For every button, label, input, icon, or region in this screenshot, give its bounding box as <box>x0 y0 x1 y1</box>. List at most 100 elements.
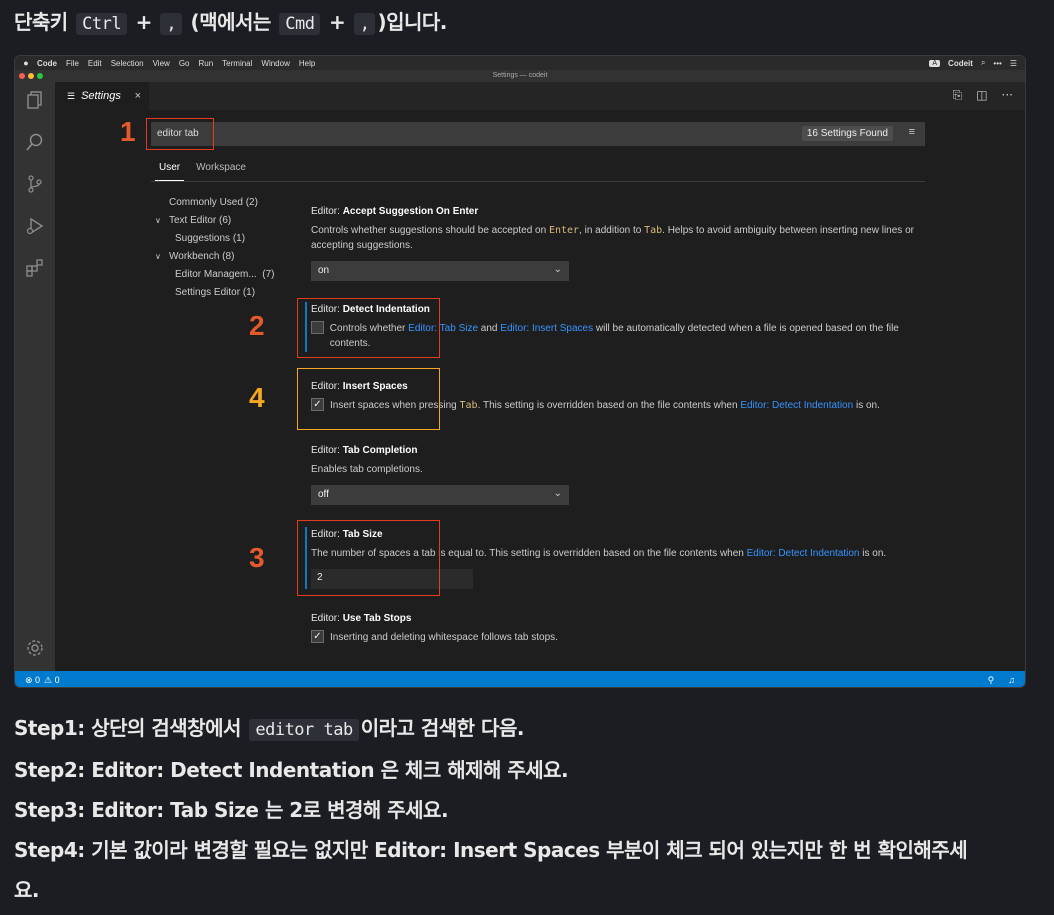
vscode-screenshot: ● Code File Edit Selection View Go Run T… <box>14 55 1026 688</box>
menu-go[interactable]: Go <box>179 59 190 68</box>
menu-terminal[interactable]: Terminal <box>222 59 252 68</box>
problems-warnings[interactable]: ⚠ 0 <box>44 675 60 686</box>
open-json-icon[interactable]: ⎘ <box>953 88 963 103</box>
menu-selection[interactable]: Selection <box>111 59 144 68</box>
intro-prefix: 단축키 <box>14 10 68 34</box>
menu-view[interactable]: View <box>153 59 170 68</box>
tab-settings[interactable]: ☰ Settings × <box>55 82 149 110</box>
close-window-icon[interactable] <box>19 73 25 79</box>
setting-tab-completion: Editor: Tab Completion Enables tab compl… <box>311 445 931 505</box>
step-instructions: Step1: 상단의 검색창에서 editor tab 이라고 검색한 다음. S… <box>14 708 968 910</box>
mac-menubar: ● Code File Edit Selection View Go Run T… <box>15 56 1025 70</box>
tab-workspace[interactable]: Workspace <box>196 162 246 181</box>
setting-use-tab-stops: Editor: Use Tab Stops ✓ Inserting and de… <box>311 613 931 645</box>
menu-run[interactable]: Run <box>198 59 213 68</box>
source-control-icon[interactable] <box>23 174 47 198</box>
kbd-comma: , <box>160 13 183 35</box>
step-2: Step2: Editor: Detect Indentation 은 체크 해… <box>14 758 569 782</box>
apple-icon[interactable]: ● <box>15 58 37 68</box>
extensions-icon[interactable] <box>23 258 47 282</box>
menu-window[interactable]: Window <box>261 59 289 68</box>
settings-list-icon: ☰ <box>67 90 76 101</box>
accept-suggestion-select[interactable]: on ⌄ <box>311 261 569 281</box>
run-debug-icon[interactable] <box>23 216 47 240</box>
desc-part: Controls whether suggestions should be a… <box>311 225 549 236</box>
maximize-window-icon[interactable] <box>37 73 43 79</box>
setting-title: Editor: Use Tab Stops <box>311 613 931 624</box>
annotation-3: 3 <box>249 542 265 573</box>
code-enter: Enter <box>548 225 580 236</box>
close-icon[interactable]: × <box>135 90 141 102</box>
search-icon[interactable]: ⌕ <box>981 58 985 68</box>
feedback-icon[interactable]: ⚲ <box>988 675 995 686</box>
setting-title: Editor: Accept Suggestion On Enter <box>311 206 931 217</box>
tab-actions: ⎘ ◫ ··· <box>953 88 1013 103</box>
setting-name: Tab Completion <box>342 445 418 456</box>
app-name[interactable]: Codeit <box>948 59 973 68</box>
setting-prefix: Editor: <box>311 613 343 624</box>
setting-description: Inserting and deleting whitespace follow… <box>330 632 558 643</box>
menu-edit[interactable]: Edit <box>88 59 102 68</box>
explorer-icon[interactable] <box>23 90 47 114</box>
toc-item-text-editor[interactable]: ∨ Text Editor (6) <box>155 212 274 230</box>
window-title: Settings — codeit <box>492 72 548 79</box>
tab-completion-select[interactable]: off ⌄ <box>311 485 569 505</box>
setting-prefix: Editor: <box>311 206 343 217</box>
use-tab-stops-checkbox[interactable]: ✓ <box>311 630 324 643</box>
bell-icon[interactable]: ♫ <box>1008 675 1015 686</box>
setting-name: Use Tab Stops <box>342 613 412 624</box>
step-1-prefix: Step1: 상단의 검색창에서 <box>14 716 241 740</box>
annotation-box-3 <box>297 520 440 596</box>
setting-row: ✓ Inserting and deleting whitespace foll… <box>311 630 931 645</box>
settings-toc: Commonly Used (2) ∨ Text Editor (6) Sugge… <box>155 194 274 302</box>
chevron-down-icon: ∨ <box>155 252 161 261</box>
annotation-box-1 <box>146 118 214 150</box>
toc-item-editor-management[interactable]: Editor Managem... (7) <box>155 266 274 284</box>
plus-sign: + <box>135 10 153 34</box>
settings-editor: ☰ Settings × ⎘ ◫ ··· editor tab 16 Setti… <box>55 82 1025 671</box>
annotation-box-2 <box>297 298 440 358</box>
toc-item-commonly-used[interactable]: Commonly Used (2) <box>155 194 274 212</box>
toc-item-suggestions[interactable]: Suggestions (1) <box>155 230 274 248</box>
input-source-badge[interactable]: A <box>929 59 941 67</box>
desc-part: . This setting is overridden based on th… <box>477 400 741 411</box>
step-1-suffix: 이라고 검색한 다음. <box>360 716 525 740</box>
kbd-ctrl: Ctrl <box>76 13 128 35</box>
link-detect-indentation[interactable]: Editor: Detect Indentation <box>740 400 853 411</box>
chevron-down-icon: ⌄ <box>553 488 562 499</box>
code-tab: Tab <box>459 400 478 411</box>
setting-prefix: Editor: <box>311 445 343 456</box>
toc-item-workbench[interactable]: ∨ Workbench (8) <box>155 248 274 266</box>
toc-item-settings-editor[interactable]: Settings Editor (1) <box>155 284 274 302</box>
more-icon[interactable]: ••• <box>993 59 1001 68</box>
link-insert-spaces[interactable]: Editor: Insert Spaces <box>500 323 593 334</box>
problems-errors[interactable]: ⊗ 0 <box>25 675 40 686</box>
intro-suffix: )입니다. <box>377 10 447 34</box>
desc-part: is on. <box>853 400 880 411</box>
annotation-1: 1 <box>120 116 136 147</box>
kbd-cmd: Cmd <box>279 13 321 35</box>
split-editor-icon[interactable]: ◫ <box>976 88 987 103</box>
step-4: Step4: 기본 값이라 변경할 필요는 없지만 Editor: Insert… <box>14 838 968 862</box>
desc-part: , in addition to <box>579 225 645 236</box>
select-value: on <box>318 265 330 276</box>
desc-part: and <box>478 323 501 334</box>
gear-icon[interactable] <box>23 638 47 662</box>
menu-file[interactable]: File <box>66 59 79 68</box>
more-actions-icon[interactable]: ··· <box>1002 88 1013 103</box>
tab-label: Settings <box>81 90 121 102</box>
code-tab: Tab <box>644 225 663 236</box>
toc-label: Workbench (8) <box>169 251 235 262</box>
list-icon[interactable]: ☰ <box>1010 59 1017 68</box>
minimize-window-icon[interactable] <box>28 73 34 79</box>
plus-sign-2: + <box>328 10 346 34</box>
desc-part: is on. <box>859 548 887 559</box>
menu-code[interactable]: Code <box>37 59 57 68</box>
intro-mac: (맥에서는 <box>190 10 272 34</box>
link-detect-indentation[interactable]: Editor: Detect Indentation <box>747 548 860 559</box>
search-icon[interactable] <box>23 132 47 156</box>
tab-user[interactable]: User <box>155 162 185 181</box>
intro-text: 단축키 Ctrl + , (맥에서는 Cmd + ,)입니다. <box>14 6 447 35</box>
setting-accept-suggestion: Editor: Accept Suggestion On Enter Contr… <box>311 206 931 281</box>
menu-help[interactable]: Help <box>299 59 315 68</box>
